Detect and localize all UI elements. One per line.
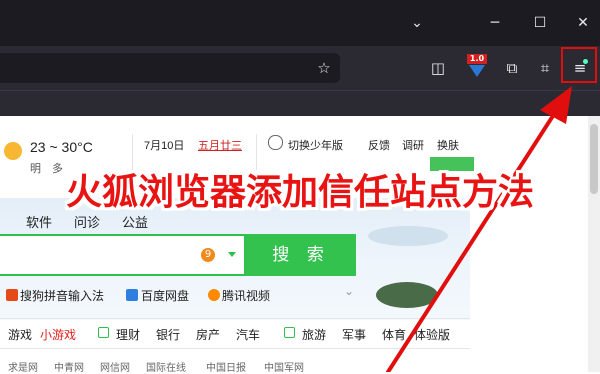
overlay-title: 火狐浏览器添加信任站点方法 [65,172,534,212]
